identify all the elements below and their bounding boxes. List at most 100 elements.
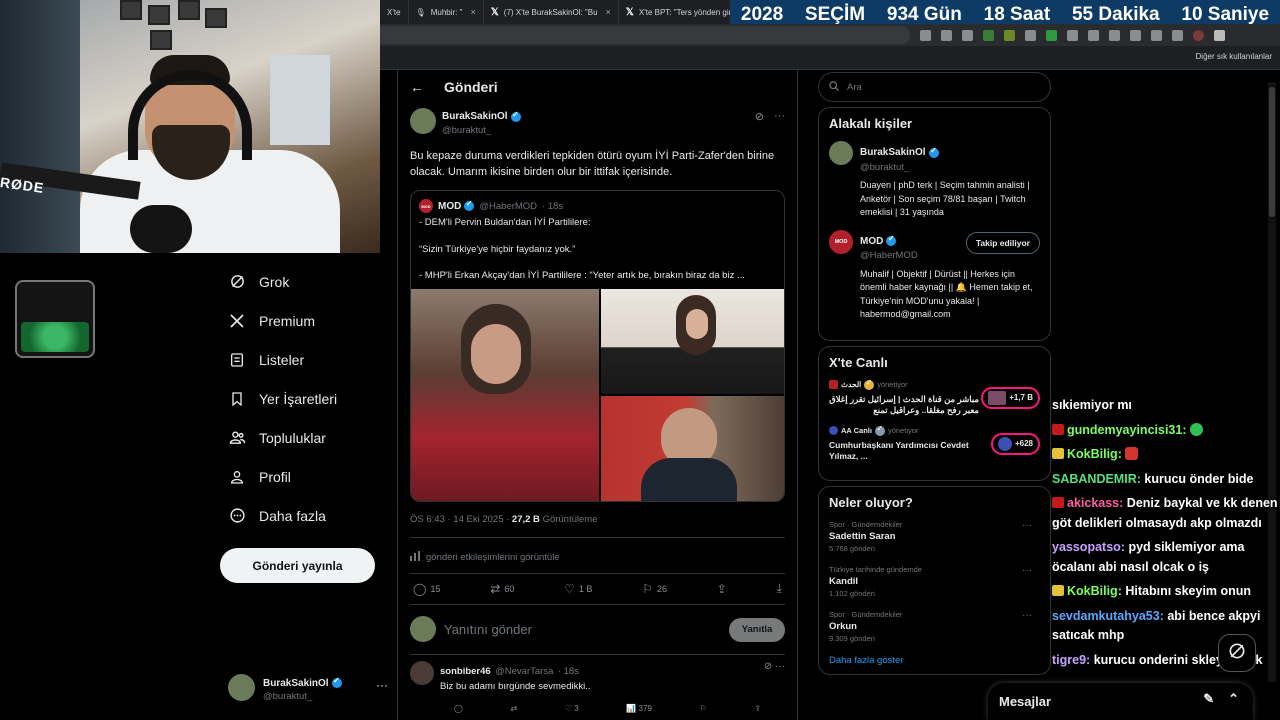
- avatar[interactable]: [410, 660, 434, 685]
- extension-icon[interactable]: [1046, 29, 1057, 41]
- extension-icon[interactable]: [1025, 29, 1036, 41]
- nav-label: Yer İşaretleri: [259, 390, 338, 407]
- bookmarks-folder[interactable]: Diğer sık kullanılanlar: [1196, 52, 1272, 61]
- views-action[interactable]: 📊 379: [626, 704, 652, 713]
- extension-icon[interactable]: [1109, 29, 1120, 41]
- bookmark-icon[interactable]: ⚐: [700, 704, 707, 713]
- reply-input[interactable]: Yanıtını gönder: [444, 622, 532, 637]
- address-bar[interactable]: [380, 26, 910, 44]
- back-arrow-icon[interactable]: ←: [410, 79, 424, 95]
- trend-category: Spor · Gündemdekiler: [829, 609, 903, 619]
- quoted-line: - MHP'li Erkan Akçay'dan İYİ Partililere…: [419, 270, 745, 281]
- photo-woman-speaking[interactable]: [411, 288, 599, 501]
- extension-icon[interactable]: [920, 29, 931, 41]
- live-space-item[interactable]: الحدث yönetiyor مباشر من قناة الحدث | إسر…: [829, 378, 1040, 416]
- extension-icon[interactable]: [1130, 29, 1141, 41]
- browser-tab[interactable]: X'te: [380, 0, 409, 24]
- heart-icon: ♡: [564, 581, 575, 596]
- like-action[interactable]: ♡ 3: [565, 704, 579, 713]
- profile-avatar-icon[interactable]: [1193, 29, 1204, 41]
- more-options-icon[interactable]: ···: [376, 678, 388, 692]
- author-handle: @buraktut_: [442, 125, 492, 137]
- nav-item-communities[interactable]: Topluluklar: [220, 418, 390, 457]
- author-name[interactable]: BurakSakinOl: [442, 110, 521, 124]
- download-action[interactable]: ⤓: [777, 581, 782, 596]
- live-host-role: yönetiyor: [877, 380, 908, 390]
- nav-item-bookmarks[interactable]: Yer İşaretleri: [220, 379, 390, 418]
- extension-icon[interactable]: [1004, 29, 1015, 41]
- trend-item[interactable]: Spor · Gündemdekiler Sadettin Saran 5.76…: [829, 520, 1040, 553]
- live-host-name: AA Canlı: [841, 426, 872, 436]
- quoted-author-name: MOD: [438, 199, 475, 212]
- extension-icon[interactable]: [941, 29, 952, 41]
- repost-action[interactable]: ⇄ 60: [490, 582, 514, 596]
- reply-action[interactable]: ◯ 15: [413, 582, 440, 596]
- subscriber-badge-icon: [1052, 448, 1064, 459]
- extension-icon[interactable]: [1088, 29, 1099, 41]
- browser-tab[interactable]: 🎙 Muhbir: " ×: [409, 0, 484, 24]
- reply-button[interactable]: Yanıtla: [729, 617, 785, 642]
- tab-label: Muhbir: ": [430, 7, 463, 17]
- post-actions: ◯ 15 ⇄ 60 ♡ 1 B ⚐ 26 ⇪ ⤓: [410, 572, 785, 605]
- person-item[interactable]: BurakSakinOl @buraktut_ Duayen | phD ter…: [829, 141, 1040, 220]
- post-timestamp[interactable]: ÖS 6:43 · 14 Eki 2025 ·: [410, 514, 509, 525]
- search-input[interactable]: Ara: [818, 72, 1051, 102]
- trend-item[interactable]: Türkiye tarihinde gündemde Kandil 1.102 …: [829, 565, 1040, 598]
- share-action[interactable]: ⇪: [717, 582, 727, 596]
- trend-item[interactable]: Spor · Gündemdekiler Orkun 9.309 gönderi…: [829, 610, 1040, 643]
- photo-man-with-flag[interactable]: [601, 395, 784, 501]
- extension-icon[interactable]: [1151, 29, 1162, 41]
- show-more-link[interactable]: Daha fazla göster: [829, 655, 1040, 666]
- like-action[interactable]: ♡ 1 B: [564, 582, 592, 596]
- person-item[interactable]: MOD MOD @HaberMOD Muhalif | Objektif | D…: [829, 229, 1040, 322]
- verified-badge-icon: [864, 378, 875, 390]
- profile-icon: [228, 468, 246, 486]
- extension-icon[interactable]: [962, 29, 973, 41]
- more-options-icon[interactable]: ···: [774, 110, 785, 123]
- photo-woman-at-podium[interactable]: [601, 288, 784, 394]
- view-engagements-link[interactable]: gönderi etkileşimlerini görüntüle: [410, 543, 785, 573]
- extension-icon[interactable]: [1172, 29, 1183, 41]
- nav-item-more[interactable]: Daha fazla: [220, 496, 390, 535]
- account-switcher[interactable]: BurakSakinOl @buraktut_ ···: [228, 670, 388, 704]
- repost-icon[interactable]: ⇄: [510, 704, 517, 713]
- reply-icon[interactable]: ◯: [454, 704, 463, 713]
- following-button[interactable]: Takip ediliyor: [965, 231, 1040, 254]
- grok-icon[interactable]: ⊘: [755, 110, 764, 123]
- chat-username: tigre9:: [1052, 652, 1091, 667]
- post-button[interactable]: Gönderi yayınla: [220, 548, 375, 583]
- extension-icon[interactable]: [983, 29, 994, 41]
- live-listener-pill[interactable]: +628: [990, 432, 1040, 455]
- live-space-item[interactable]: AA Canlı yönetiyor Cumhurbaşkanı Yardımcı…: [829, 424, 1040, 462]
- messages-drawer[interactable]: Mesajlar ✎ ⌃: [988, 683, 1253, 720]
- new-message-icon[interactable]: ✎: [1203, 691, 1214, 707]
- quoted-post[interactable]: MOD MOD @HaberMOD · 18s - DEM'li Pervin …: [410, 190, 785, 502]
- share-icon[interactable]: ⇪: [754, 704, 761, 713]
- avatar[interactable]: [410, 108, 436, 134]
- nav-item-grok[interactable]: Grok: [220, 262, 390, 301]
- countdown-year: 2028: [740, 3, 784, 25]
- more-options-icon[interactable]: ···: [1022, 610, 1032, 621]
- browser-tab[interactable]: 𝕏 (7) X'te BurakSakinOl: "Bu ×: [484, 0, 619, 24]
- nav-item-profile[interactable]: Profil: [220, 457, 390, 496]
- menu-icon[interactable]: [1214, 29, 1225, 41]
- expand-icon[interactable]: ⌃: [1228, 691, 1239, 707]
- person-name: BurakSakinOl: [860, 146, 939, 159]
- reply-post[interactable]: sonbiber46 @NevarTarsa · 18s Biz bu adam…: [398, 655, 797, 713]
- reply-author-name[interactable]: sonbiber46: [440, 666, 491, 677]
- nav-item-lists[interactable]: Listeler: [220, 340, 390, 379]
- grok-floating-button[interactable]: [1218, 634, 1256, 672]
- close-icon[interactable]: ×: [470, 7, 475, 17]
- chat-text: kurucu önder bide: [1144, 471, 1254, 486]
- nav-item-premium[interactable]: Premium: [220, 301, 390, 340]
- close-icon[interactable]: ×: [606, 7, 611, 17]
- more-options-icon[interactable]: ⊘ ···: [764, 661, 785, 672]
- more-options-icon[interactable]: ···: [1022, 520, 1032, 531]
- browser-tab[interactable]: 𝕏X'te BPT: "Ters yönden gir×: [619, 0, 730, 24]
- bookmark-action[interactable]: ⚐ 26: [642, 582, 667, 596]
- live-host: AA Canlı yönetiyor: [829, 424, 979, 436]
- webcam-feed: RØDE: [0, 0, 380, 253]
- more-options-icon[interactable]: ···: [1022, 565, 1032, 576]
- extension-icon[interactable]: [1067, 29, 1078, 41]
- live-listener-pill[interactable]: +1,7 B: [981, 386, 1040, 409]
